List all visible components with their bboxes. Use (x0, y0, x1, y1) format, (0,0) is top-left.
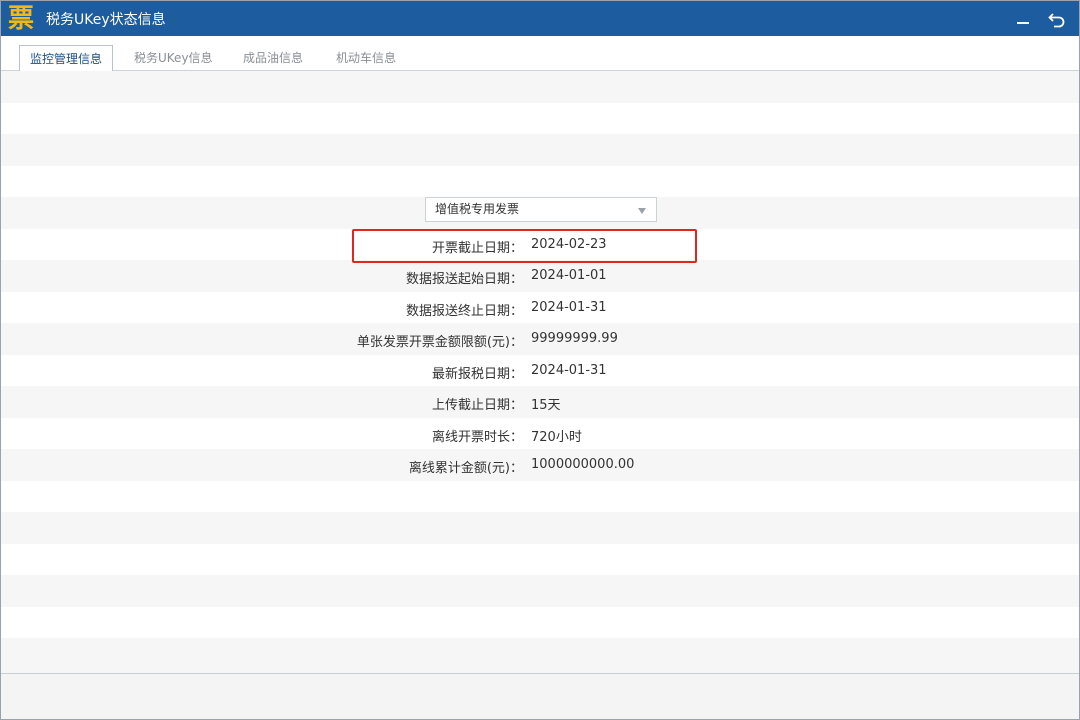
ukey-status-window: 票 税务UKey状态信息 监控管理信息 税务UKey信息 成品油信息 机动车信息 (0, 0, 1080, 720)
title-bar: 票 税务UKey状态信息 (1, 1, 1079, 36)
field-label: 离线开票时长： (431, 430, 523, 445)
info-panel: 增值税专用发票 开票截止日期： 2024-02-23 数据报送起始日期： 202… (1, 71, 1079, 673)
field-row-latest-tax-date: 最新报税日期： 2024-01-31 (1, 355, 1079, 387)
stripe (1, 166, 1079, 198)
field-row-report-end: 数据报送终止日期： 2024-01-31 (1, 292, 1079, 324)
app-logo-icon: 票 (6, 3, 36, 34)
field-value: 2024-01-31 (531, 363, 607, 378)
minimize-button[interactable] (1013, 9, 1033, 29)
tab-monitor-management[interactable]: 监控管理信息 (19, 45, 114, 72)
minimize-icon (1017, 21, 1029, 24)
stripe (1, 71, 1079, 103)
field-label: 单张发票开票金额限额(元)： (356, 335, 523, 350)
field-value: 15天 (531, 398, 561, 413)
stripe (1, 103, 1079, 135)
field-label: 数据报送起始日期： (405, 272, 523, 287)
field-label: 离线累计金额(元)： (408, 461, 523, 476)
stripe (1, 544, 1079, 576)
tab-motor-vehicle-info[interactable]: 机动车信息 (326, 45, 406, 72)
tab-bar: 监控管理信息 税务UKey信息 成品油信息 机动车信息 (1, 36, 1079, 72)
field-label: 数据报送终止日期： (405, 304, 523, 319)
highlight-box (352, 229, 697, 263)
title-bar-controls (1013, 1, 1067, 36)
back-button[interactable] (1047, 9, 1067, 29)
tab-ukey-info[interactable]: 税务UKey信息 (124, 45, 223, 72)
invoice-type-select[interactable]: 增值税专用发票 (425, 197, 657, 222)
field-row-upload-deadline: 上传截止日期： 15天 (1, 386, 1079, 418)
chevron-down-icon (638, 208, 646, 214)
field-value: 99999999.99 (531, 331, 618, 346)
stripe (1, 638, 1079, 673)
footer-bar (1, 673, 1079, 719)
field-row-single-limit: 单张发票开票金额限额(元)： 99999999.99 (1, 323, 1079, 355)
window-title: 税务UKey状态信息 (46, 11, 166, 28)
tab-refined-oil-info[interactable]: 成品油信息 (233, 45, 313, 72)
stripe (1, 607, 1079, 639)
field-value: 720小时 (531, 430, 582, 445)
stripe (1, 134, 1079, 166)
field-row-report-start: 数据报送起始日期： 2024-01-01 (1, 260, 1079, 292)
stripe (1, 512, 1079, 544)
field-value: 2024-01-01 (531, 268, 607, 283)
field-row-offline-duration: 离线开票时长： 720小时 (1, 418, 1079, 450)
field-row-offline-amount: 离线累计金额(元)： 1000000000.00 (1, 449, 1079, 481)
back-arrow-icon (1048, 12, 1065, 27)
field-value: 2024-01-31 (531, 300, 607, 315)
stripe (1, 575, 1079, 607)
stripe (1, 481, 1079, 513)
field-value: 1000000000.00 (531, 457, 635, 472)
field-label: 上传截止日期： (431, 398, 523, 413)
field-label: 最新报税日期： (431, 367, 523, 382)
invoice-type-value: 增值税专用发票 (435, 202, 520, 216)
